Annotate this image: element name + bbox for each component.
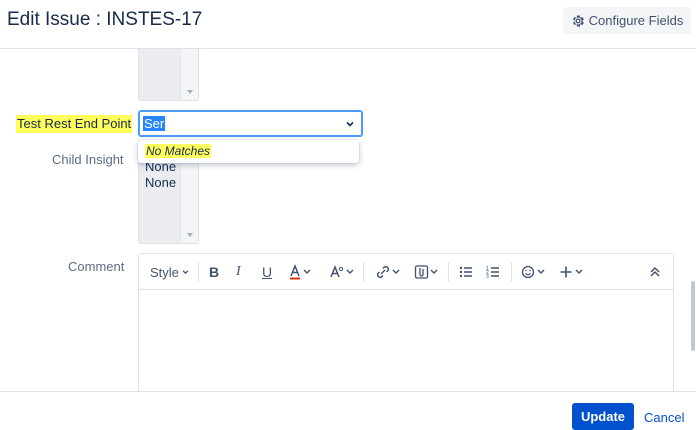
form-content[interactable]: Test Rest End Point Ser Child Insight No…	[0, 49, 696, 391]
previous-multi-select[interactable]	[138, 49, 199, 101]
underline-icon[interactable]: U	[262, 263, 272, 281]
attachment-icon[interactable]	[413, 263, 439, 281]
update-button[interactable]: Update	[572, 403, 634, 430]
configure-fields-button[interactable]: Configure Fields	[563, 7, 691, 34]
scroll-down-icon	[187, 233, 193, 237]
italic-icon[interactable]: I	[236, 263, 241, 281]
svg-text:3: 3	[486, 274, 489, 279]
toolbar-separator	[363, 262, 364, 282]
test-rest-end-point-select[interactable]: Ser	[138, 110, 363, 137]
gear-icon	[572, 14, 584, 27]
comment-text-area[interactable]	[139, 291, 673, 391]
text-color-icon[interactable]	[288, 263, 312, 281]
editor-toolbar: Style B I U 1 2 3	[139, 254, 673, 290]
toolbar-separator	[511, 262, 512, 282]
scrollbar[interactable]	[180, 154, 198, 243]
dialog-header: Edit Issue : INSTES-17 Configure Fields	[0, 0, 696, 49]
no-matches-message: No Matches	[145, 144, 212, 158]
numbered-list-icon[interactable]: 123	[486, 263, 500, 281]
child-insight-label: Child Insight	[52, 152, 124, 167]
comment-label: Comment	[68, 259, 125, 274]
child-insight-select[interactable]: None None	[138, 153, 199, 244]
dialog-footer: Update Cancel	[0, 391, 696, 430]
emoji-icon[interactable]	[521, 263, 547, 281]
toolbar-separator	[198, 262, 199, 282]
chevron-down-icon	[182, 270, 189, 275]
collapse-icon[interactable]	[649, 263, 661, 281]
child-insight-option[interactable]: None	[145, 175, 176, 190]
bold-icon[interactable]: B	[209, 263, 219, 281]
insert-more-icon[interactable]	[559, 263, 585, 281]
link-icon[interactable]	[375, 263, 401, 281]
cancel-link[interactable]: Cancel	[644, 410, 684, 425]
select-dropdown: No Matches	[138, 140, 359, 163]
page-scrollbar[interactable]	[691, 281, 695, 351]
scrollbar[interactable]	[180, 49, 198, 100]
dialog-title: Edit Issue : INSTES-17	[7, 9, 203, 30]
comment-editor[interactable]: Style B I U 1 2 3	[138, 253, 674, 391]
select-input-value[interactable]: Ser	[143, 116, 166, 131]
chevron-down-icon	[346, 121, 354, 127]
configure-fields-label: Configure Fields	[588, 13, 684, 28]
style-label: Style	[150, 264, 179, 280]
text-format-icon[interactable]	[329, 263, 355, 281]
scroll-down-icon	[187, 90, 193, 94]
bullet-list-icon[interactable]	[459, 263, 473, 281]
test-rest-end-point-label: Test Rest End Point	[16, 115, 133, 133]
style-dropdown[interactable]: Style	[150, 263, 190, 281]
toolbar-separator	[448, 262, 449, 282]
